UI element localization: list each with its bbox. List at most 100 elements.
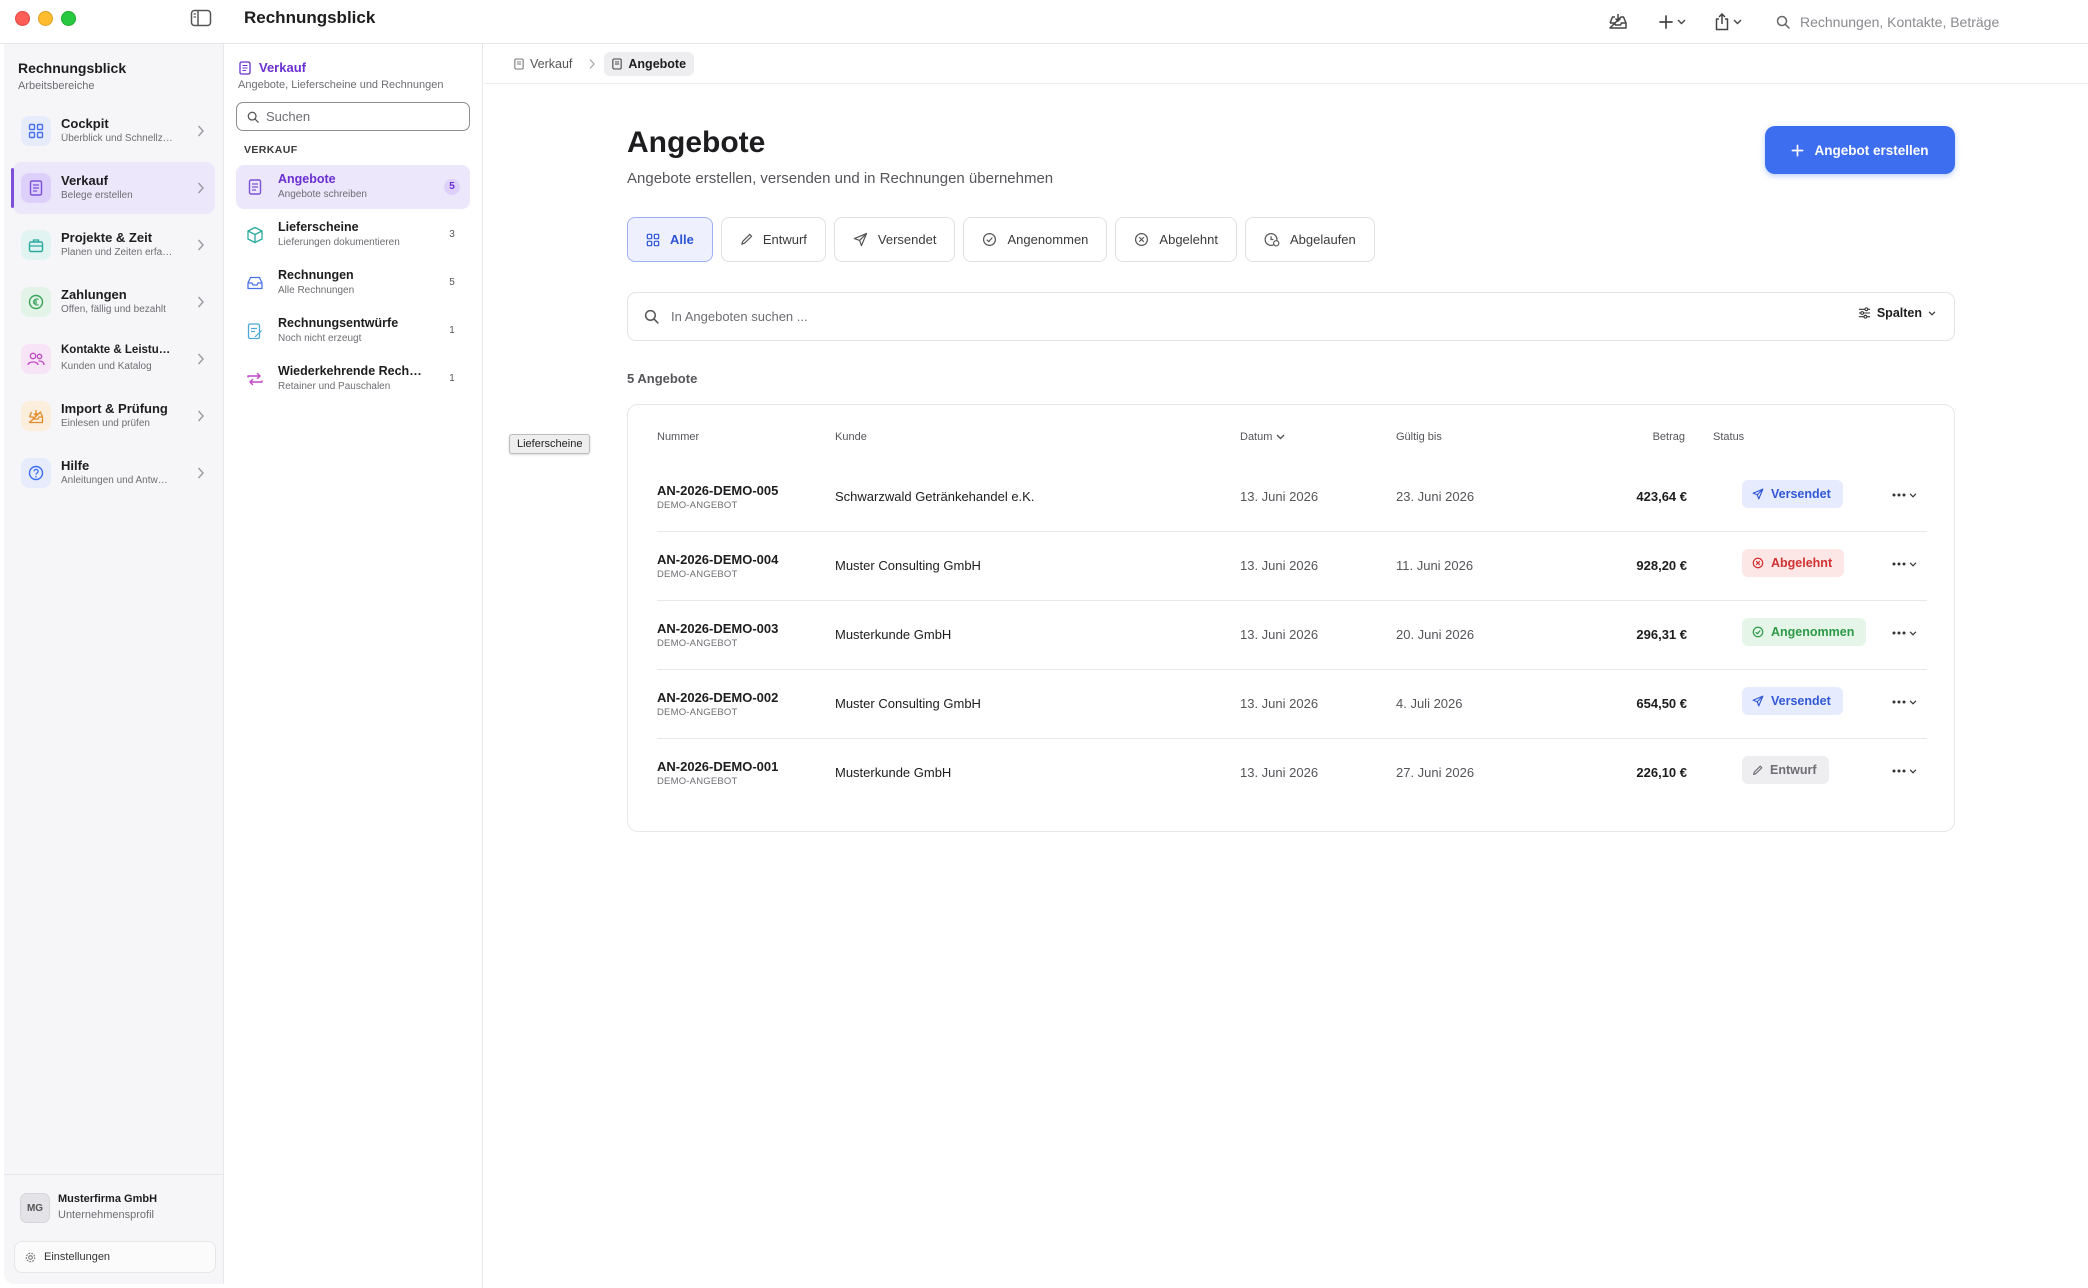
subnav-item-lieferscheine[interactable]: Lieferscheine Lieferungen dokumentieren … xyxy=(236,213,470,257)
offer-tag: DEMO-ANGEBOT xyxy=(657,638,738,649)
subnav-item-angebote[interactable]: Angebote Angebote schreiben 5 xyxy=(236,165,470,209)
briefcase-icon xyxy=(21,230,51,260)
sidebar-item-import[interactable]: Import & Prüfung Einlesen und prüfen xyxy=(13,390,215,442)
table-row[interactable]: AN-2026-DEMO-005 DEMO-ANGEBOT Schwarzwal… xyxy=(657,463,1927,532)
filter-versendet[interactable]: Versendet xyxy=(833,217,956,262)
help-icon xyxy=(21,458,51,488)
subnav-item-label: Rechnungsentwürfe xyxy=(278,316,399,330)
breadcrumb-item-angebote[interactable]: Angebote xyxy=(604,51,695,76)
chevron-right-icon xyxy=(197,467,204,479)
status-label: Angenommen xyxy=(1771,625,1855,639)
offer-search-field[interactable]: Spalten xyxy=(627,292,1955,341)
header-label: Kunde xyxy=(835,431,867,443)
table-row[interactable]: AN-2026-DEMO-003 DEMO-ANGEBOT Musterkund… xyxy=(657,601,1927,670)
plus-icon xyxy=(1792,144,1804,156)
row-actions-menu[interactable] xyxy=(1892,554,1917,574)
tooltip: Lieferscheine xyxy=(509,434,591,454)
column-header-amount[interactable]: Betrag xyxy=(1653,431,1685,443)
subnav-search-field[interactable] xyxy=(236,102,470,131)
share-menu-button[interactable] xyxy=(1706,4,1750,40)
sidebar-item-zahlungen[interactable]: Zahlungen Offen, fällig und bezahlt xyxy=(13,276,215,328)
settings-button[interactable]: Einstellungen xyxy=(14,1241,216,1273)
create-offer-button[interactable]: Angebot erstellen xyxy=(1765,126,1955,174)
add-menu-button[interactable] xyxy=(1650,4,1694,40)
row-actions-menu[interactable] xyxy=(1892,761,1917,781)
offer-search-input[interactable] xyxy=(671,309,1771,324)
chevron-down-icon xyxy=(1928,310,1936,316)
subnav-item-subtitle: Alle Rechnungen xyxy=(278,285,355,296)
filter-label: Abgelehnt xyxy=(1159,232,1218,247)
filter-entwurf[interactable]: Entwurf xyxy=(720,217,826,262)
filter-label: Alle xyxy=(670,232,694,247)
sidebar-item-projekte[interactable]: Projekte & Zeit Planen und Zeiten erfass… xyxy=(13,219,215,271)
breadcrumb-item-verkauf[interactable]: Verkauf xyxy=(506,52,580,76)
sliders-icon xyxy=(1858,307,1870,319)
subnav-item-label: Lieferscheine xyxy=(278,220,359,234)
sidebar-item-kontakte[interactable]: Kontakte & Leistungen Kunden und Katalog xyxy=(13,333,215,385)
table-row[interactable]: AN-2026-DEMO-002 DEMO-ANGEBOT Muster Con… xyxy=(657,670,1927,739)
filter-alle[interactable]: Alle xyxy=(627,217,713,262)
plus-icon xyxy=(1659,15,1673,29)
row-actions-menu[interactable] xyxy=(1892,623,1917,643)
columns-label: Spalten xyxy=(1876,306,1922,320)
subnav-item-rechnungsentwuerfe[interactable]: Rechnungsentwürfe Noch nicht erzeugt 1 xyxy=(236,309,470,353)
columns-button[interactable]: Spalten xyxy=(1858,306,1936,320)
sidebar-item-verkauf[interactable]: Verkauf Belege erstellen xyxy=(11,162,215,214)
subnav-item-rechnungen[interactable]: Rechnungen Alle Rechnungen 5 xyxy=(236,261,470,305)
more-icon xyxy=(1892,769,1906,773)
sidebar-item-subtitle: Überblick und Schnellzugriff xyxy=(61,133,173,144)
count-badge: 1 xyxy=(449,325,455,336)
zoom-window-button[interactable] xyxy=(61,11,76,26)
sidebar-item-subtitle: Anleitungen und Antworten xyxy=(61,475,173,486)
status-label: Versendet xyxy=(1771,487,1831,501)
offer-amount: 226,10 € xyxy=(1636,765,1687,780)
offer-tag: DEMO-ANGEBOT xyxy=(657,707,738,718)
sidebar-item-label: Zahlungen xyxy=(61,287,127,302)
close-window-button[interactable] xyxy=(15,11,30,26)
account-name[interactable]: Musterfirma GmbH xyxy=(58,1193,157,1205)
global-search-input[interactable] xyxy=(1800,14,2060,30)
filter-abgelehnt[interactable]: Abgelehnt xyxy=(1115,217,1237,262)
filter-abgelaufen[interactable]: Abgelaufen xyxy=(1244,217,1375,262)
minimize-window-button[interactable] xyxy=(38,11,53,26)
column-header-status[interactable]: Status xyxy=(1713,431,1744,443)
chevron-right-icon xyxy=(197,353,204,365)
sidebar-item-cockpit[interactable]: Cockpit Überblick und Schnellzugriff xyxy=(13,105,215,157)
import-inbox-button[interactable] xyxy=(1598,4,1638,40)
status-badge: Versendet xyxy=(1742,480,1843,508)
chevron-right-icon xyxy=(197,296,204,308)
status-badge: Entwurf xyxy=(1742,756,1829,784)
chevron-down-icon xyxy=(1909,699,1917,705)
status-label: Abgelehnt xyxy=(1771,556,1833,570)
subnav-search-input[interactable] xyxy=(266,109,456,124)
column-header-number[interactable]: Nummer xyxy=(657,431,699,443)
count-badge: 5 xyxy=(449,277,455,288)
subnav-item-wiederkehrend[interactable]: Wiederkehrende Rechnungen Retainer und P… xyxy=(236,357,470,401)
column-header-date[interactable]: Datum xyxy=(1240,431,1285,443)
row-actions-menu[interactable] xyxy=(1892,485,1917,505)
column-header-customer[interactable]: Kunde xyxy=(835,431,867,443)
row-actions-menu[interactable] xyxy=(1892,692,1917,712)
avatar[interactable]: MG xyxy=(20,1193,50,1223)
app-title: Rechnungsblick xyxy=(244,8,376,27)
table-row[interactable]: AN-2026-DEMO-001 DEMO-ANGEBOT Musterkund… xyxy=(657,739,1927,808)
clock-badge-icon xyxy=(1264,232,1280,247)
count-badge: 3 xyxy=(449,229,455,240)
table-row[interactable]: AN-2026-DEMO-004 DEMO-ANGEBOT Muster Con… xyxy=(657,532,1927,601)
header-label: Betrag xyxy=(1652,431,1685,443)
customer-name: Musterkunde GmbH xyxy=(835,627,952,642)
document-icon xyxy=(21,173,51,203)
customer-name: Schwarzwald Getränkehandel e.K. xyxy=(835,489,1035,504)
sidebar-toggle-icon[interactable] xyxy=(190,9,212,27)
valid-until: 23. Juni 2026 xyxy=(1396,489,1475,504)
column-header-valid-until[interactable]: Gültig bis xyxy=(1396,431,1442,443)
offer-date: 13. Juni 2026 xyxy=(1240,558,1319,573)
check-circle-icon xyxy=(1752,626,1764,638)
subnav-item-subtitle: Lieferungen dokumentieren xyxy=(278,237,400,248)
sidebar-item-hilfe[interactable]: Hilfe Anleitungen und Antworten xyxy=(13,447,215,499)
filter-angenommen[interactable]: Angenommen xyxy=(963,217,1108,262)
global-search-field[interactable] xyxy=(1762,4,2082,40)
customer-name: Muster Consulting GmbH xyxy=(835,558,981,573)
status-badge: Versendet xyxy=(1742,687,1843,715)
chevron-down-icon xyxy=(1909,630,1917,636)
